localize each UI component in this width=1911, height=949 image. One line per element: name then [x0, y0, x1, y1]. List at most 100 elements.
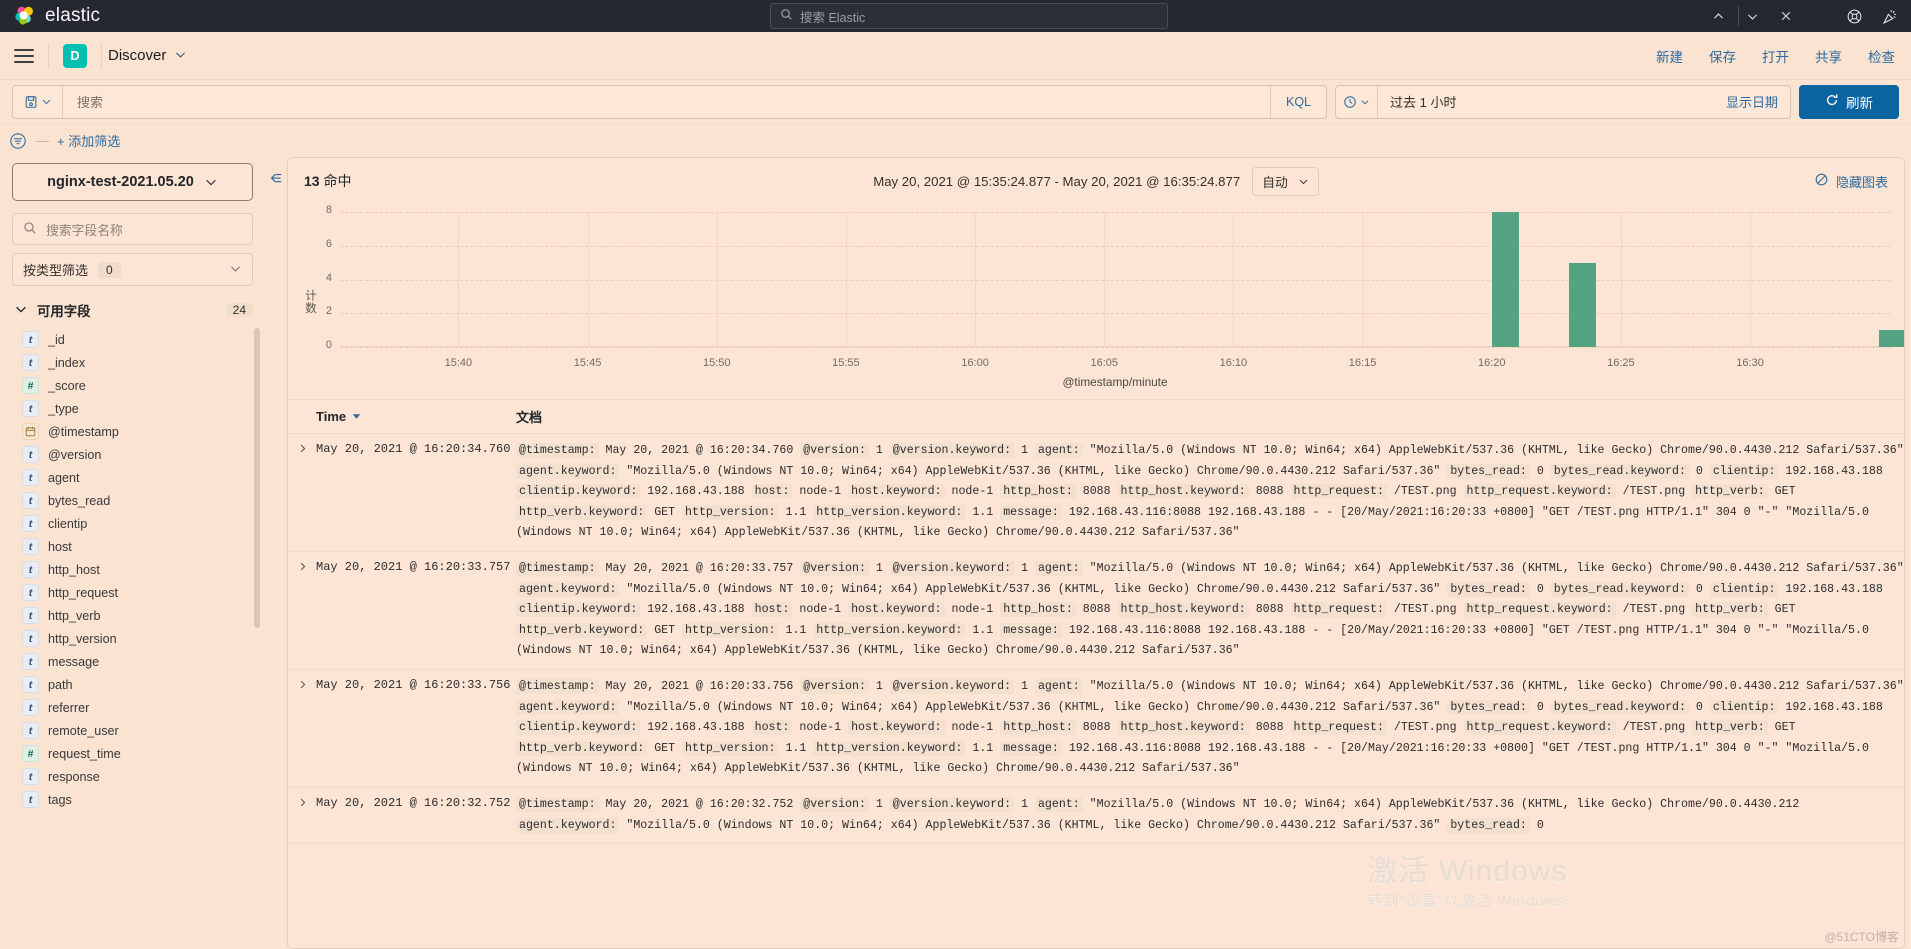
chart-plot-area[interactable]: 0 2 4 6 8 15:40 15:45 15:50 15:55 16:00 16:05 16:10…	[326, 204, 1904, 369]
field-search-input[interactable]: 搜索字段名称	[12, 213, 253, 245]
refresh-icon	[1825, 93, 1839, 110]
show-dates-button[interactable]: 显示日期	[1726, 92, 1790, 111]
chart-bar[interactable]	[1879, 330, 1904, 347]
sidebar-field-label: bytes_read	[48, 493, 111, 508]
sidebar-field-response[interactable]: t response	[12, 765, 253, 788]
doc-field-value: /TEST.png	[1386, 721, 1464, 735]
x-tick-label: 16:10	[1219, 357, 1248, 369]
share-button[interactable]: 共享	[1815, 46, 1842, 66]
new-button[interactable]: 新建	[1656, 46, 1683, 66]
index-pattern-selector[interactable]: nginx-test-2021.05.20	[12, 163, 253, 201]
expand-row-icon[interactable]	[288, 441, 316, 544]
announcement-icon[interactable]	[1879, 5, 1901, 27]
sidebar-field-label: agent	[48, 470, 80, 485]
doc-field-key: @version.keyword:	[889, 678, 1015, 694]
sidebar-field-type[interactable]: t _type	[12, 397, 253, 420]
sidebar-field-httpverb[interactable]: t http_verb	[12, 604, 253, 627]
sidebar-field-tags[interactable]: t tags	[12, 788, 253, 811]
field-list[interactable]: t _id t _index # _score t _type @timestamp t @vers…	[12, 328, 265, 949]
sidebar-field-referrer[interactable]: t referrer	[12, 696, 253, 719]
chevron-up-icon[interactable]	[1701, 0, 1735, 32]
chart-bar[interactable]	[1569, 262, 1597, 347]
hide-chart-button[interactable]: 隐藏图表	[1814, 172, 1888, 191]
sidebar-field-path[interactable]: t path	[12, 673, 253, 696]
expand-row-icon[interactable]	[288, 559, 316, 662]
sidebar-field-bytesread[interactable]: t bytes_read	[12, 489, 253, 512]
chart-interval-value: 自动	[1262, 174, 1288, 190]
inspect-button[interactable]: 检查	[1868, 46, 1895, 66]
sidebar-field-label: tags	[48, 792, 72, 807]
field-list-scrollbar[interactable]	[254, 328, 260, 628]
doc-field-key: bytes_read:	[1447, 699, 1530, 715]
sidebar-field-score[interactable]: # _score	[12, 374, 253, 397]
doc-field-key: @timestamp:	[516, 560, 599, 576]
query-language-button[interactable]: KQL	[1270, 85, 1326, 118]
doc-field-value: May 20, 2021 @ 16:20:34.760	[598, 444, 801, 457]
sidebar-field-requesttime[interactable]: # request_time	[12, 742, 253, 765]
string-type-icon: t	[22, 469, 39, 486]
sidebar-field-remoteuser[interactable]: t remote_user	[12, 719, 253, 742]
doc-field-value: /TEST.png	[1386, 485, 1464, 499]
sidebar-field-label: clientip	[48, 516, 88, 531]
elastic-brand[interactable]: elastic	[0, 5, 100, 27]
app-badge: D	[63, 43, 87, 68]
date-range-value[interactable]: 过去 1 小时	[1378, 92, 1726, 111]
sidebar-field-httprequest[interactable]: t http_request	[12, 581, 253, 604]
doc-field-value: May 20, 2021 @ 16:20:32.752	[598, 797, 801, 811]
sidebar-field-id[interactable]: t _id	[12, 328, 253, 351]
save-button[interactable]: 保存	[1709, 46, 1736, 66]
chevron-down-icon[interactable]	[174, 48, 187, 64]
field-type-filter-button[interactable]: 按类型筛选 0	[12, 253, 253, 286]
field-type-filter-count: 0	[98, 261, 121, 278]
expand-row-icon[interactable]	[288, 795, 316, 836]
chart-bar[interactable]	[1491, 212, 1519, 347]
sidebar-field-httpversion[interactable]: t http_version	[12, 627, 253, 650]
chart-interval-select[interactable]: 自动	[1252, 166, 1319, 196]
doc-field-key: http_host.keyword:	[1117, 720, 1249, 736]
menu-toggle-button[interactable]	[0, 32, 48, 80]
histogram-chart[interactable]: 计数 0 2 4 6 8 15:40 15:45 15:50 15:55 16:00 16:05 16…	[288, 204, 1904, 399]
sidebar-field-timestamp[interactable]: @timestamp	[12, 420, 253, 443]
doc-field-key: http_host:	[1000, 720, 1076, 736]
table-rows-container: May 20, 2021 @ 16:20:34.760 @timestamp: M…	[288, 434, 1904, 845]
sidebar-field-clientip[interactable]: t clientip	[12, 512, 253, 535]
global-search-input[interactable]: 搜索 Elastic	[770, 3, 1168, 29]
doc-field-value: 8088	[1075, 721, 1118, 735]
sidebar-field-index[interactable]: t _index	[12, 351, 253, 374]
header-actions: 新建 保存 打开 共享 检查	[1656, 46, 1895, 66]
clock-icon[interactable]	[1336, 85, 1378, 118]
refresh-label: 刷新	[1846, 95, 1873, 111]
doc-field-key: agent:	[1034, 678, 1083, 694]
sidebar-field-host[interactable]: t host	[12, 535, 253, 558]
expand-row-icon[interactable]	[288, 677, 316, 780]
filter-icon[interactable]	[8, 131, 28, 151]
date-type-icon	[22, 423, 39, 440]
available-fields-count: 24	[225, 303, 253, 317]
available-fields-header[interactable]: 可用字段 24	[12, 286, 265, 328]
table-row[interactable]: May 20, 2021 @ 16:20:33.757 @timestamp: M…	[288, 552, 1904, 670]
sidebar-field-label: referrer	[48, 700, 90, 715]
table-row[interactable]: May 20, 2021 @ 16:20:33.756 @timestamp: M…	[288, 670, 1904, 788]
global-topbar: elastic 搜索 Elastic	[0, 0, 1911, 32]
doc-field-key: http_version.keyword:	[813, 740, 966, 756]
doc-field-value: 8088	[1248, 485, 1291, 499]
close-icon[interactable]	[1769, 0, 1803, 32]
sort-desc-icon	[352, 414, 361, 419]
saved-query-button[interactable]	[13, 85, 63, 118]
refresh-button[interactable]: 刷新	[1799, 84, 1899, 119]
help-icon[interactable]	[1843, 5, 1865, 27]
table-row[interactable]: May 20, 2021 @ 16:20:34.760 @timestamp: M…	[288, 434, 1904, 552]
add-filter-button[interactable]: + 添加筛选	[57, 131, 120, 150]
chevron-down-icon[interactable]	[1735, 0, 1769, 32]
sidebar-field-agent[interactable]: t agent	[12, 466, 253, 489]
sidebar-field-message[interactable]: t message	[12, 650, 253, 673]
sidebar-field-version[interactable]: t @version	[12, 443, 253, 466]
collapse-sidebar-button[interactable]	[265, 157, 287, 949]
chart-time-range: May 20, 2021 @ 15:35:24.877 - May 20, 20…	[288, 166, 1904, 196]
doc-field-value: 192.168.43.188	[1778, 700, 1883, 714]
search-input[interactable]: 搜索	[63, 86, 1270, 118]
time-column-header[interactable]: Time	[316, 409, 516, 424]
table-row[interactable]: May 20, 2021 @ 16:20:32.752 @timestamp: M…	[288, 788, 1904, 845]
open-button[interactable]: 打开	[1762, 46, 1789, 66]
sidebar-field-httphost[interactable]: t http_host	[12, 558, 253, 581]
